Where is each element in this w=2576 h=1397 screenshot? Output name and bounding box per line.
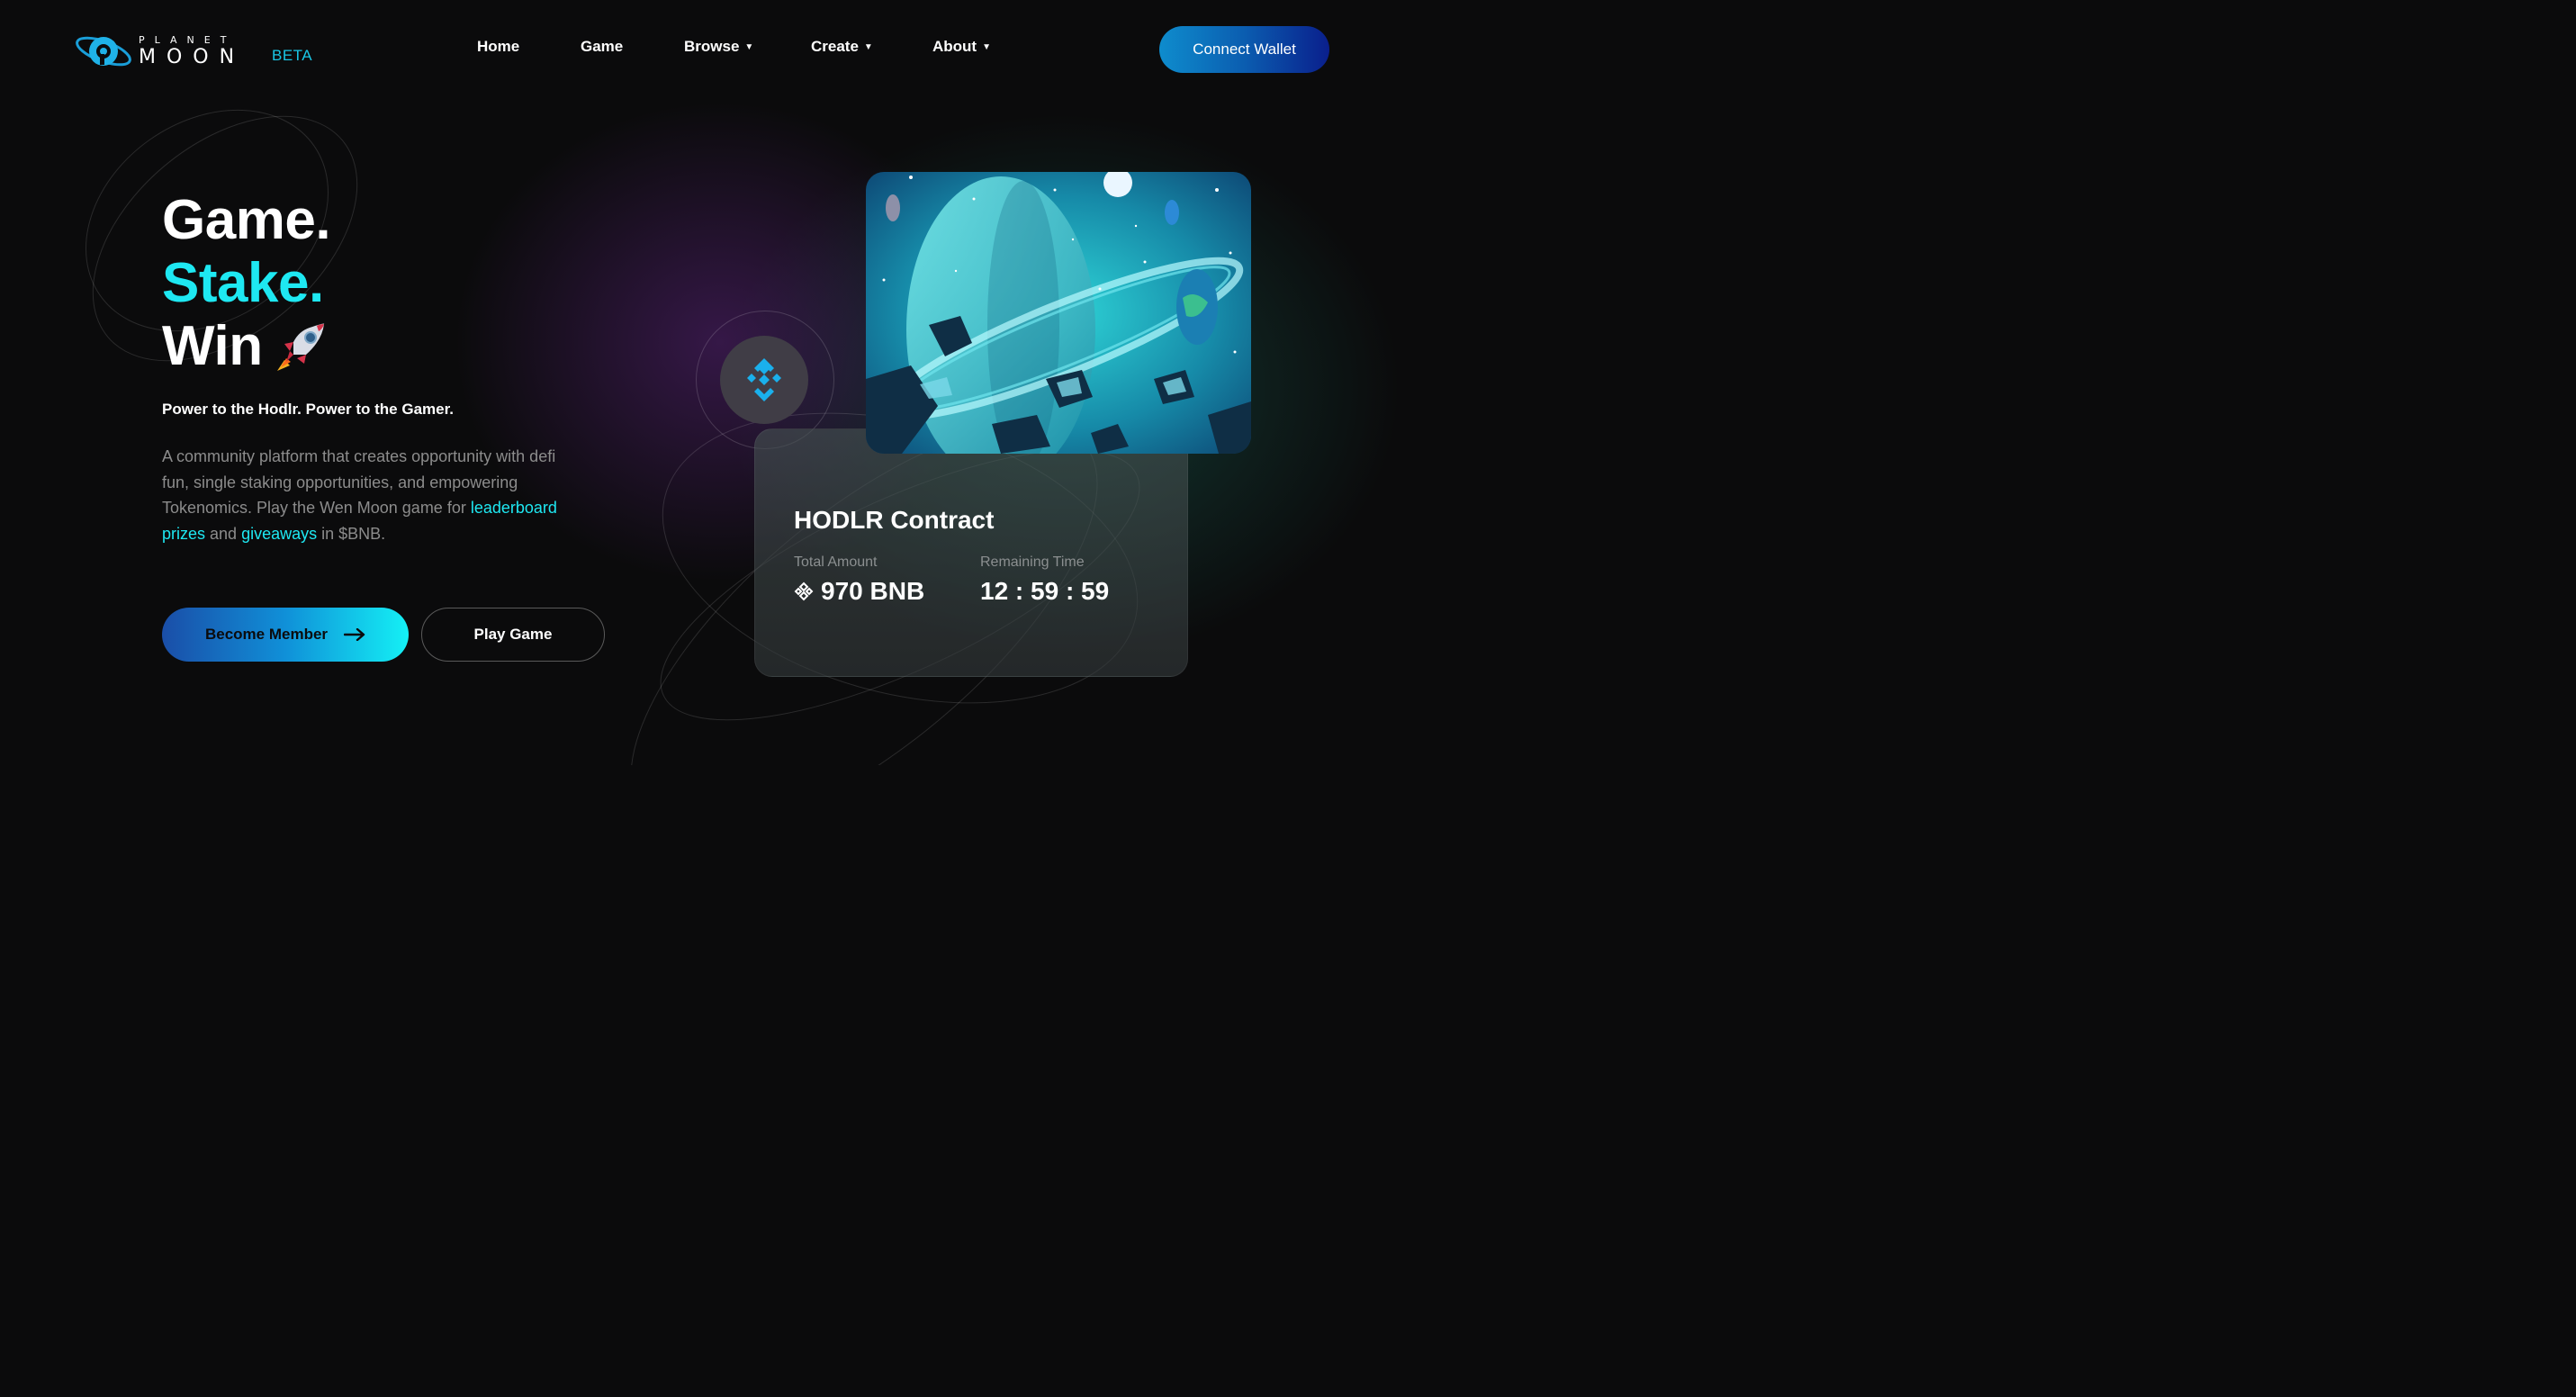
- nav-home-label: Home: [477, 38, 520, 55]
- remaining-time-value: 12 : 59 : 59: [980, 577, 1110, 605]
- remaining-time-label: Remaining Time: [980, 554, 1085, 570]
- hero-headline-stake: Stake.: [162, 252, 324, 314]
- logo-word-planet: PLANET: [139, 34, 237, 46]
- hero-headline-win: Win: [162, 315, 263, 377]
- nav-about-label: About: [932, 38, 977, 55]
- caret-down-icon: ▼: [982, 41, 991, 52]
- become-member-button[interactable]: Become Member: [162, 608, 409, 662]
- nav-home[interactable]: Home: [477, 38, 519, 56]
- desc-text-2: and: [205, 524, 242, 543]
- hero-headline-game: Game.: [162, 189, 331, 251]
- total-amount-value: 970 BNB: [821, 577, 925, 605]
- planet-moon-logo-icon: [76, 36, 131, 67]
- logo-word-moon: MOON: [139, 46, 246, 68]
- connect-wallet-button[interactable]: Connect Wallet: [1159, 26, 1329, 73]
- nav-create-label: Create: [811, 38, 859, 55]
- bnb-icon: [747, 358, 781, 401]
- become-member-label: Become Member: [204, 626, 329, 643]
- hodlr-contract-card: [754, 428, 1188, 677]
- giveaways-link[interactable]: giveaways: [241, 525, 317, 543]
- bnb-badge: [720, 336, 808, 424]
- total-amount-value-row: 970 BNB: [794, 577, 924, 606]
- total-amount-label: Total Amount: [794, 554, 878, 570]
- caret-down-icon: ▼: [863, 41, 873, 52]
- beta-badge: BETA: [272, 47, 313, 64]
- contract-title: HODLR Contract: [794, 506, 995, 534]
- nav-browse[interactable]: Browse ▼: [684, 38, 753, 56]
- nav-game[interactable]: Game: [581, 38, 623, 56]
- arrow-right-icon: [344, 628, 365, 641]
- caret-down-icon: ▼: [744, 41, 754, 52]
- hero-tagline: Power to the Hodlr. Power to the Gamer.: [162, 401, 455, 418]
- desc-text-3: in $BNB.: [317, 524, 386, 543]
- brand-logo[interactable]: PLANET MOON BETA: [74, 29, 321, 74]
- nav-game-label: Game: [581, 38, 624, 55]
- nav-browse-label: Browse: [684, 38, 740, 55]
- nav-create[interactable]: Create ▼: [811, 38, 873, 56]
- bnb-icon: [794, 581, 814, 601]
- play-game-button[interactable]: Play Game: [421, 608, 605, 662]
- planet-space-illustration: [866, 172, 1251, 454]
- hero-headline-win-row: Win: [162, 319, 329, 374]
- hero-description: A community platform that creates opport…: [162, 444, 558, 546]
- nav-about[interactable]: About ▼: [932, 38, 991, 56]
- rocket-icon: [276, 323, 324, 371]
